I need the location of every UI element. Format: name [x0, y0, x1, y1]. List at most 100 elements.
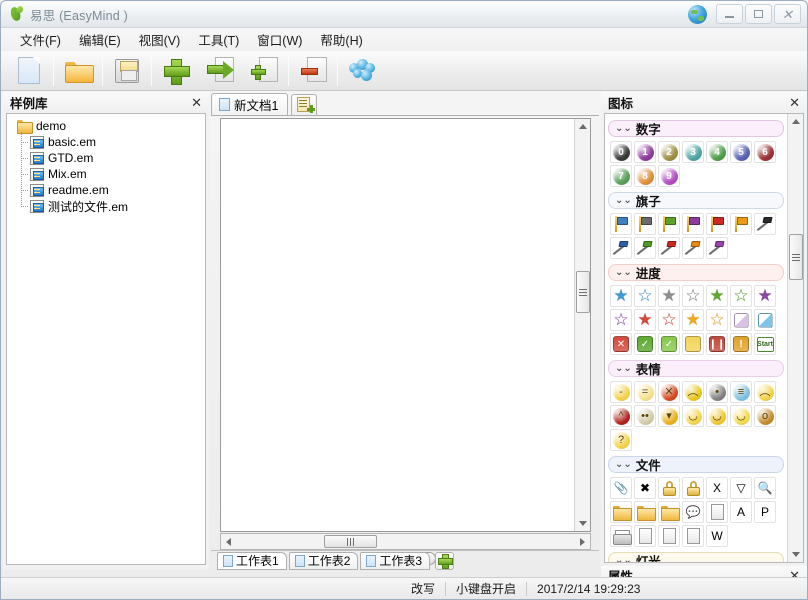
star-gray-half[interactable]: ☆ — [682, 285, 704, 307]
document-canvas[interactable] — [221, 119, 574, 531]
open-folder-icon[interactable] — [610, 501, 632, 523]
printer-icon[interactable] — [610, 525, 632, 547]
close-icon[interactable]: ✕ — [189, 96, 204, 109]
progress-half-blue[interactable] — [754, 309, 776, 331]
new-document-tab-button[interactable] — [291, 94, 318, 115]
icon-category-header-lights[interactable]: ⌄⌄ 灯光 — [608, 552, 784, 562]
star-green-full[interactable]: ★ — [706, 285, 728, 307]
tree-item-test-file[interactable]: 测试的文件.em — [7, 196, 205, 214]
no-entry-icon[interactable]: ✖ — [634, 477, 656, 499]
close-icon[interactable]: ✕ — [787, 96, 802, 109]
flag-orange[interactable] — [730, 213, 752, 235]
emoji-wink[interactable]: ◡ — [682, 405, 704, 427]
delete-node-button[interactable] — [291, 53, 335, 89]
star-blue-full[interactable]: ★ — [610, 285, 632, 307]
new-document-button[interactable] — [7, 53, 51, 89]
status-warning[interactable]: ! — [730, 333, 752, 355]
star-blue-half[interactable]: ☆ — [634, 285, 656, 307]
tab-new-document-1[interactable]: 新文档1 — [211, 93, 289, 115]
menu-tools[interactable]: 工具(T) — [189, 27, 248, 52]
emoji-tongue[interactable]: ▾ — [658, 405, 680, 427]
status-pause[interactable]: ❙❙ — [706, 333, 728, 355]
waving-flag-blue[interactable] — [610, 237, 632, 259]
menu-help[interactable]: 帮助(H) — [311, 27, 371, 52]
scroll-right-arrow[interactable] — [575, 534, 590, 549]
icon-category-header-emotions[interactable]: ⌄⌄ 表情 — [608, 360, 784, 377]
edit-disk-icon[interactable] — [658, 525, 680, 547]
number-4[interactable]: 4 — [706, 141, 728, 163]
waving-flag-red[interactable] — [658, 237, 680, 259]
star-orange-full[interactable]: ★ — [682, 309, 704, 331]
vertical-scroll-thumb[interactable] — [576, 271, 590, 313]
pdf-file-icon[interactable]: A — [730, 501, 752, 523]
emoji-flat[interactable]: = — [634, 381, 656, 403]
add-child-node-button[interactable] — [242, 53, 286, 89]
emoji-silly[interactable]: ◡ — [706, 405, 728, 427]
icon-category-header-flags[interactable]: ⌄⌄ 旗子 — [608, 192, 784, 209]
number-8[interactable]: 8 — [634, 165, 656, 187]
attachment-clip-icon[interactable]: 📎 — [610, 477, 632, 499]
add-node-button[interactable] — [154, 53, 198, 89]
scroll-down-arrow[interactable] — [575, 516, 590, 531]
flag-blue[interactable] — [610, 213, 632, 235]
search-icon[interactable]: 🔍 — [754, 477, 776, 499]
star-green-half[interactable]: ☆ — [730, 285, 752, 307]
emoji-angry[interactable]: ✕ — [658, 381, 680, 403]
close-button[interactable]: ✕ — [774, 4, 801, 24]
star-red-half[interactable]: ☆ — [658, 309, 680, 331]
sheet-tab-3[interactable]: 工作表3 — [360, 551, 431, 570]
add-sibling-node-button[interactable] — [198, 53, 242, 89]
icons-scroll-thumb[interactable] — [789, 234, 803, 280]
number-5[interactable]: 5 — [730, 141, 752, 163]
star-orange-half[interactable]: ☆ — [706, 309, 728, 331]
star-purple-full[interactable]: ★ — [754, 285, 776, 307]
star-red-full[interactable]: ★ — [634, 309, 656, 331]
sample-library-tree[interactable]: demo basic.em GTD.em Mix.em readme.em 测试… — [6, 113, 206, 565]
flag-purple[interactable] — [682, 213, 704, 235]
lock-icon[interactable] — [682, 477, 704, 499]
emoji-cold[interactable]: ≡ — [730, 381, 752, 403]
status-start[interactable]: Start — [754, 333, 776, 355]
menu-view[interactable]: 视图(V) — [130, 27, 190, 52]
emoji-devil[interactable]: ^ — [610, 405, 632, 427]
number-1[interactable]: 1 — [634, 141, 656, 163]
flag-red[interactable] — [706, 213, 728, 235]
horizontal-scroll-thumb[interactable] — [324, 535, 377, 548]
emoji-nerd[interactable]: •• — [634, 405, 656, 427]
star-purple-half[interactable]: ☆ — [610, 309, 632, 331]
unlock-icon[interactable] — [658, 477, 680, 499]
icons-vertical-scrollbar[interactable] — [787, 114, 803, 562]
number-3[interactable]: 3 — [682, 141, 704, 163]
blank-page-icon[interactable] — [706, 501, 728, 523]
status-check-light[interactable]: ✓ — [658, 333, 680, 355]
number-6[interactable]: 6 — [754, 141, 776, 163]
menu-file[interactable]: 文件(F) — [11, 27, 70, 52]
tree-item-readme[interactable]: readme.em — [7, 180, 205, 198]
waving-flag-green[interactable] — [634, 237, 656, 259]
scroll-up-arrow[interactable] — [575, 119, 590, 134]
comment-bubble-icon[interactable]: 💬 — [682, 501, 704, 523]
document-vertical-scrollbar[interactable] — [574, 119, 590, 531]
folder-open-arrow-icon[interactable] — [658, 501, 680, 523]
sheet-tab-2[interactable]: 工作表2 — [288, 551, 359, 570]
filter-icon[interactable]: ▽ — [730, 477, 752, 499]
save-document-button[interactable] — [105, 53, 149, 89]
menu-window[interactable]: 窗口(W) — [248, 27, 311, 52]
waving-flag-black[interactable] — [754, 213, 776, 235]
progress-quarter-purple[interactable] — [730, 309, 752, 331]
document-horizontal-scrollbar[interactable] — [220, 533, 591, 550]
number-7[interactable]: 7 — [610, 165, 632, 187]
ppt-file-icon[interactable]: P — [754, 501, 776, 523]
emoji-smile[interactable]: ◡ — [730, 405, 752, 427]
waving-flag-orange[interactable] — [682, 237, 704, 259]
sheet-tab-1[interactable]: 工作表1 — [217, 551, 287, 570]
save-disk-icon[interactable] — [634, 525, 656, 547]
closed-folder-icon[interactable] — [634, 501, 656, 523]
add-sheet-button[interactable] — [435, 551, 455, 570]
minimize-button[interactable] — [716, 4, 743, 24]
tree-item-gtd[interactable]: GTD.em — [7, 148, 205, 166]
scroll-left-arrow[interactable] — [221, 534, 236, 549]
tree-item-mix[interactable]: Mix.em — [7, 164, 205, 182]
icon-category-header-progress[interactable]: ⌄⌄ 进度 — [608, 264, 784, 281]
star-gray-full[interactable]: ★ — [658, 285, 680, 307]
